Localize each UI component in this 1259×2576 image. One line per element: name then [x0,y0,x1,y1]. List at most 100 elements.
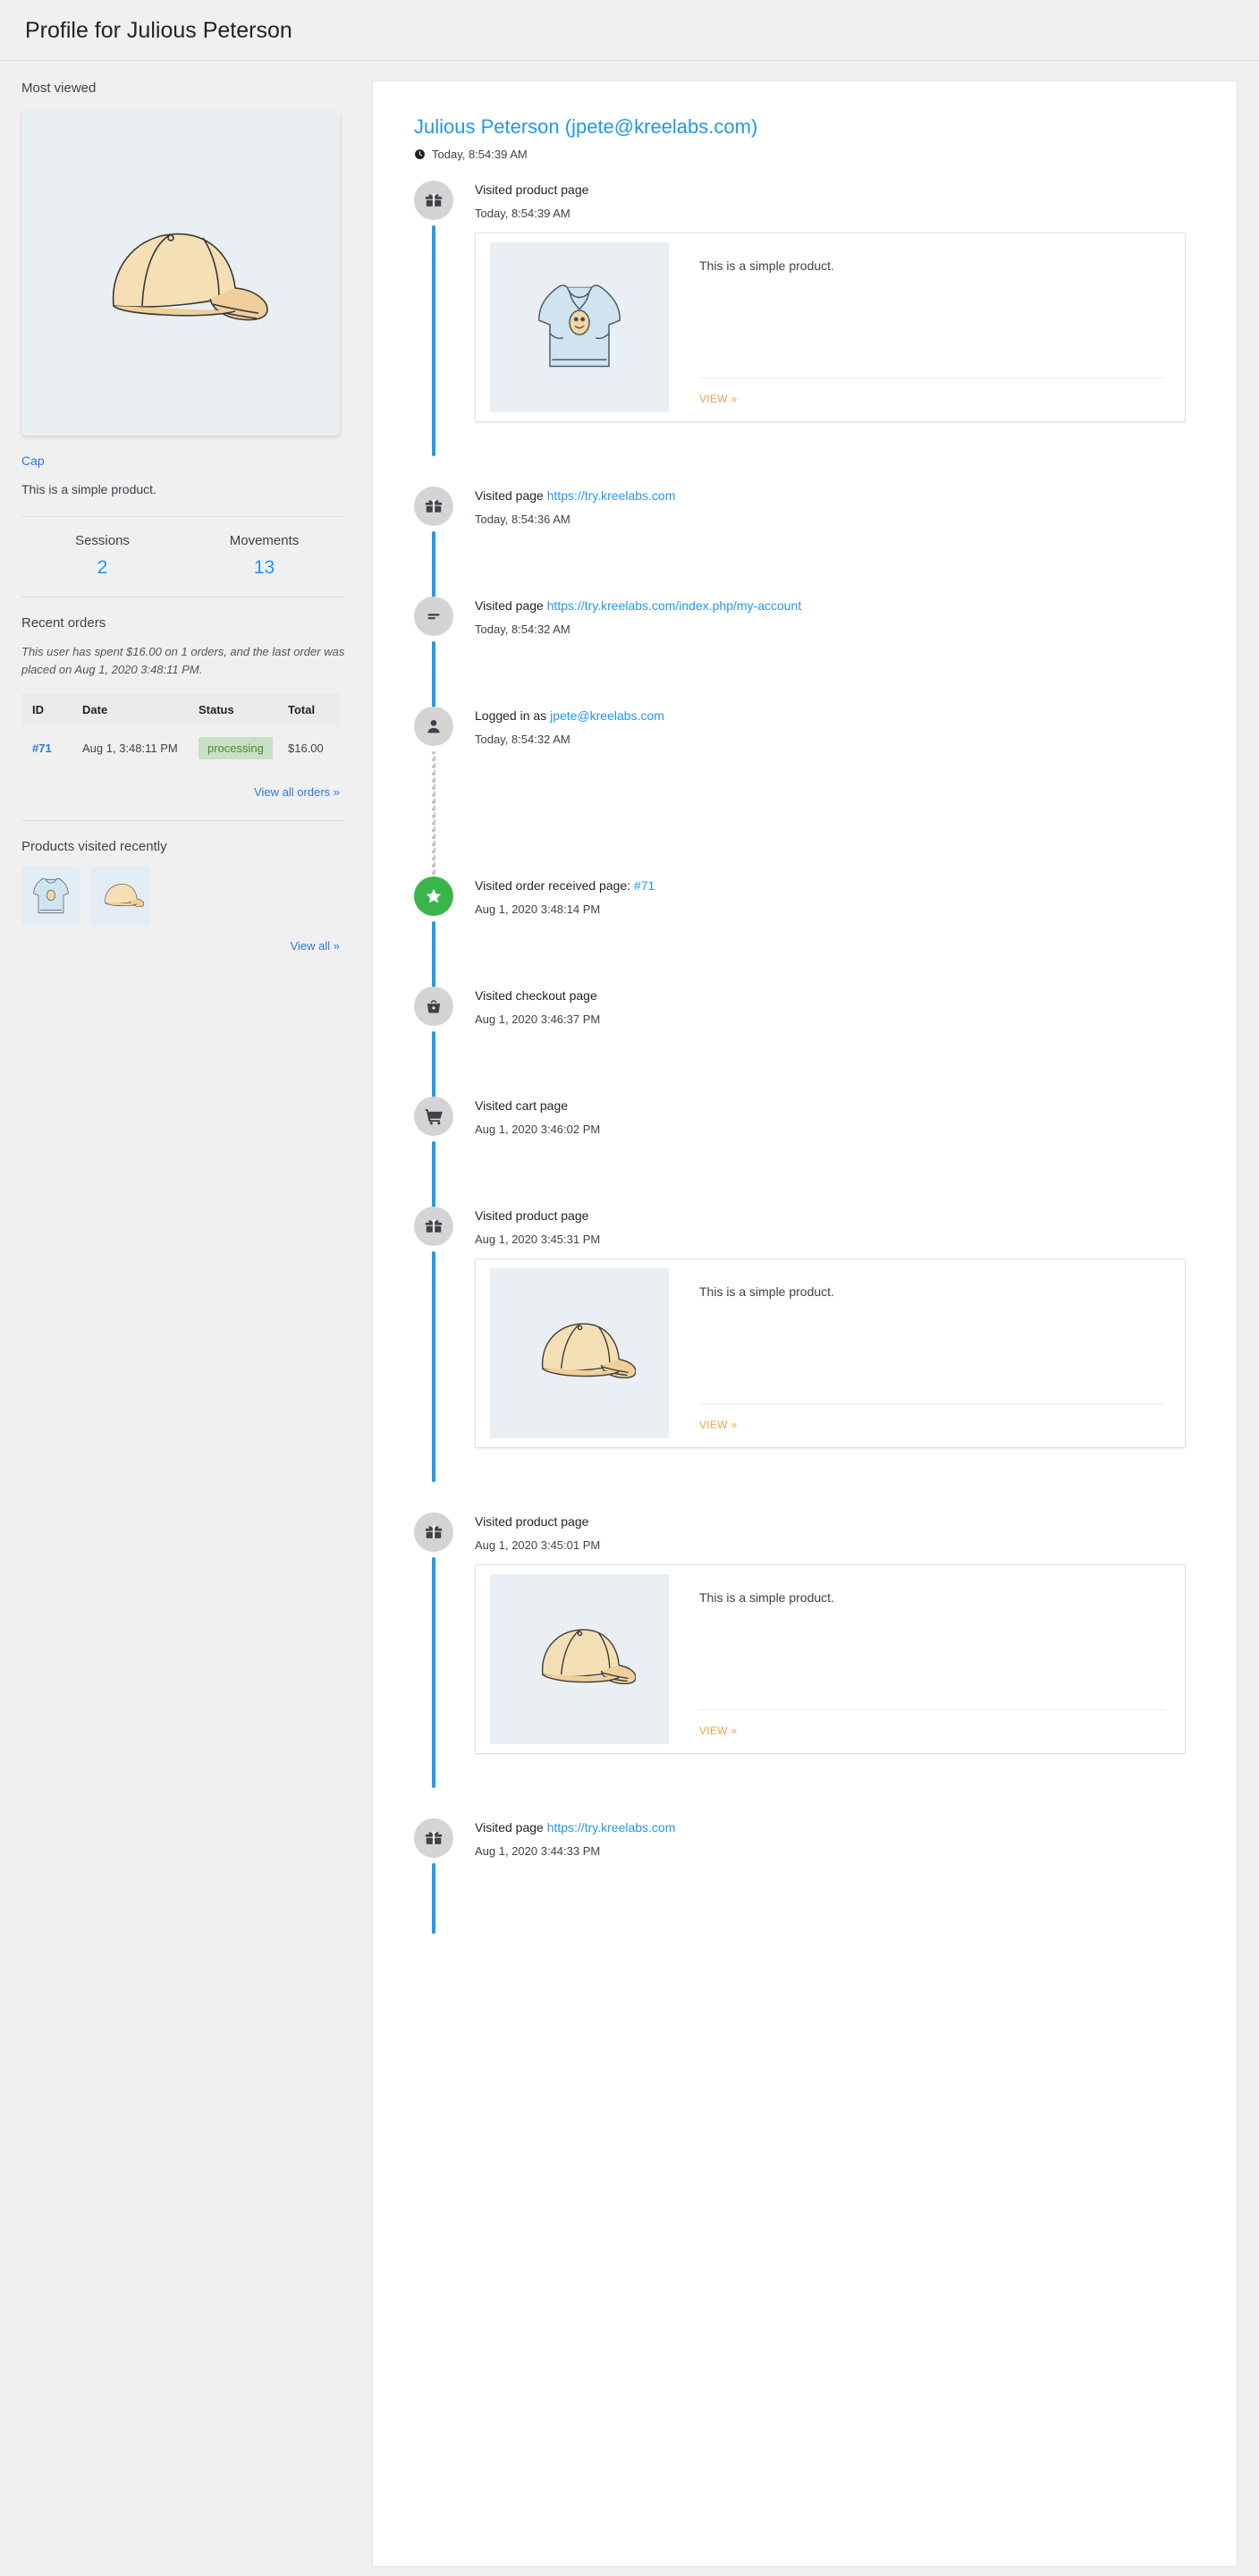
product-view-link[interactable]: VIEW » [699,1724,737,1737]
cart-icon [424,1106,444,1126]
timeline-item-link[interactable]: https://try.kreelabs.com/index.php/my-ac… [547,598,802,613]
timeline-item-title: Visited page https://try.kreelabs.com/in… [475,597,1201,615]
stat-movements-value: 13 [253,556,275,578]
timeline-item: Visited product page Aug 1, 2020 3:45:01 … [414,1512,1201,1788]
timeline-item-label: Visited cart page [475,1097,569,1113]
stat-sessions-value: 2 [97,556,108,578]
product-card-description: This is a simple product. [699,1284,834,1299]
cap-image [524,1616,636,1701]
timeline-item-date: Aug 1, 2020 3:45:31 PM [475,1232,601,1246]
product-card-footer: VIEW » [699,377,1165,421]
timeline-item-label: Logged in as [475,708,547,723]
most-viewed-heading: Most viewed [21,80,97,96]
timeline-item-title: Visited page https://try.kreelabs.com [475,487,1201,505]
view-all-products-link[interactable]: View all » [291,939,340,953]
timeline-badge [414,706,453,746]
timeline-item-label: Visited product page [475,182,589,197]
product-card-description: This is a simple product. [699,1589,834,1605]
timeline-item-link[interactable]: https://try.kreelabs.com [547,1820,676,1835]
gift-icon [424,1828,444,1848]
most-viewed-product-desc: This is a simple product. [21,481,156,496]
timeline-item-title: Visited product page [475,1207,1201,1225]
timeline-item: Visited order received page: #71 Aug 1, 2… [414,876,1201,992]
product-card-image [490,1267,669,1438]
timeline-item-link[interactable]: #71 [634,878,655,893]
timeline-badge [414,180,453,220]
profile-page: Profile for Julious Peterson Most viewed [0,0,1259,2576]
timeline-badge [414,1206,453,1246]
column-status: Status [191,692,281,726]
product-card-description: This is a simple product. [699,258,834,273]
stat-movements-label: Movements [229,532,300,548]
timeline-connector [432,225,435,456]
stat-sessions: Sessions 2 [21,533,183,579]
timeline-item-link[interactable]: jpete@kreelabs.com [550,708,664,723]
star-icon [424,886,444,906]
hoodie-image [30,873,72,919]
cap-image [78,206,283,340]
gift-icon [424,1522,444,1542]
timeline-item: Visited page https://try.kreelabs.com/in… [414,596,1201,712]
timeline-item-title: Visited order received page: #71 [475,877,1201,895]
gift-icon [424,191,444,210]
column-date: Date [75,692,191,726]
timeline-item-label: Visited page [475,597,544,613]
timeline-item: Visited page https://try.kreelabs.com Aug… [414,1818,1201,1934]
view-all-products-wrap: View all » [21,938,340,954]
timeline-item-date: Aug 1, 2020 3:44:33 PM [475,1843,601,1858]
lines-icon [424,606,444,626]
timeline-item-title: Visited cart page [475,1097,1201,1115]
table-header-row: ID Date Status Total [21,692,340,726]
order-id-link[interactable]: #71 [32,741,52,755]
product-card-footer: VIEW » [699,1708,1165,1753]
product-view-link[interactable]: VIEW » [699,393,737,405]
timeline-item-title: Visited product page [475,181,1201,199]
timeline-badge [414,1096,453,1136]
timeline-badge [414,486,453,526]
timeline-item-date: Aug 1, 2020 3:46:37 PM [475,1012,601,1026]
timeline-item-date: Aug 1, 2020 3:46:02 PM [475,1122,601,1136]
timeline-badge [414,1512,453,1552]
timeline-badge [414,1818,453,1858]
person-icon [424,716,444,736]
product-card-body: This is a simple product. VIEW » [669,1259,1185,1447]
timeline-badge [414,986,453,1026]
timeline-connector [432,920,435,992]
sidebar: Most viewed Cap This is a simple product… [21,80,372,954]
stats-row: Sessions 2 Movements 13 [21,517,345,597]
timeline-item-link[interactable]: https://try.kreelabs.com [547,488,676,503]
timeline-item: Visited product page Aug 1, 2020 3:45:31 … [414,1206,1201,1482]
divider [21,819,345,821]
recent-orders-heading: Recent orders [21,614,106,631]
timeline-item-date: Today, 8:54:32 AM [475,622,570,636]
product-card[interactable]: This is a simple product. VIEW » [475,232,1186,422]
profile-link[interactable]: Julious Peterson (jpete@kreelabs.com) [414,115,757,139]
product-card[interactable]: This is a simple product. VIEW » [475,1563,1186,1754]
timeline-item: Visited page https://try.kreelabs.com Tod… [414,486,1201,602]
view-all-orders-wrap: View all orders » [21,784,340,801]
list-item[interactable] [91,866,150,926]
profile-timestamp: Today, 8:54:39 AM [414,148,1201,161]
table-row: #71 Aug 1, 3:48:11 PM processing $16.00 [21,726,340,770]
most-viewed-product-image[interactable] [21,109,340,436]
timeline-item-date: Aug 1, 2020 3:45:01 PM [475,1538,601,1552]
page-layout: Most viewed Cap This is a simple product… [0,61,1259,2567]
timeline-item-label: Visited product page [475,1208,589,1223]
clock-icon [414,148,426,160]
timeline-item: Logged in as jpete@kreelabs.com Today, 8:… [414,706,1201,882]
view-all-orders-link[interactable]: View all orders » [254,785,340,799]
timeline-item-title: Visited product page [475,1513,1201,1531]
product-card[interactable]: This is a simple product. VIEW » [475,1258,1186,1448]
most-viewed-product-name[interactable]: Cap [21,453,345,468]
timeline-connector [432,640,435,712]
status-badge: processing [199,736,273,759]
timeline-item-title: Visited checkout page [475,987,1201,1005]
page-title: Profile for Julious Peterson [25,18,292,43]
stat-movements: Movements 13 [183,533,345,579]
timeline-item-date: Today, 8:54:32 AM [475,732,570,746]
timeline-item-title: Logged in as jpete@kreelabs.com [475,707,1201,725]
recent-products-list [21,866,345,926]
list-item[interactable] [21,866,80,926]
product-card-body: This is a simple product. VIEW » [669,1565,1185,1753]
product-view-link[interactable]: VIEW » [699,1419,737,1431]
